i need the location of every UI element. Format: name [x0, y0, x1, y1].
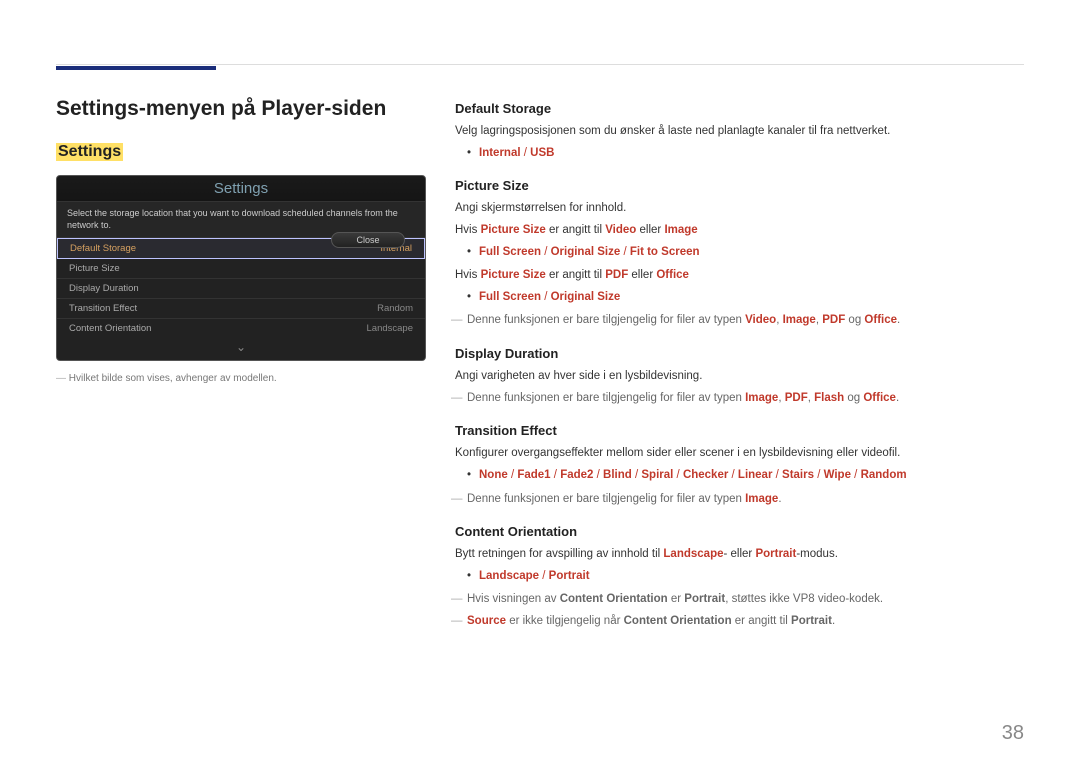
option-list: Full Screen / Original Size: [455, 289, 1024, 306]
option: Internal: [479, 147, 521, 159]
paragraph: Bytt retningen for avspilling av innhold…: [455, 546, 1024, 564]
row-label: Content Orientation: [69, 323, 151, 334]
option-list: Full Screen / Original Size / Fit to Scr…: [455, 244, 1024, 261]
section-content-orientation: Content Orientation Bytt retningen for a…: [455, 524, 1024, 631]
note: Denne funksjonen er bare tilgjengelig fo…: [455, 390, 1024, 408]
section-display-duration: Display Duration Angi varigheten av hver…: [455, 346, 1024, 408]
row-label: Display Duration: [69, 283, 139, 294]
left-column: Settings-menyen på Player-siden Settings…: [56, 97, 428, 384]
section-picture-size: Picture Size Angi skjermstørrelsen for i…: [455, 178, 1024, 330]
page-title: Settings-menyen på Player-siden: [56, 97, 428, 121]
screenshot-row-transition-effect: Transition Effect Random: [57, 299, 425, 319]
screenshot-row-content-orientation: Content Orientation Landscape: [57, 319, 425, 338]
right-column: Default Storage Velg lagringsposisjonen …: [455, 101, 1024, 647]
close-button: Close: [331, 232, 405, 248]
row-value: Landscape: [367, 323, 413, 334]
top-divider: [56, 64, 1024, 65]
option-list: Landscape / Portrait: [455, 568, 1024, 585]
screenshot-rows: Default Storage Internal Picture Size Di…: [57, 238, 425, 338]
screenshot-footnote: Hvilket bilde som vises, avhenger av mod…: [56, 373, 428, 384]
paragraph: Angi varigheten av hver side i en lysbil…: [455, 368, 1024, 386]
top-accent-bar: [56, 66, 216, 70]
settings-screenshot: Settings Select the storage location tha…: [56, 175, 426, 361]
chevron-down-icon: ⌄: [57, 338, 425, 360]
paragraph: Velg lagringsposisjonen som du ønsker å …: [455, 123, 1024, 141]
paragraph: Hvis Picture Size er angitt til PDF elle…: [455, 267, 1024, 285]
page-number: 38: [1002, 722, 1024, 745]
section-default-storage: Default Storage Velg lagringsposisjonen …: [455, 101, 1024, 162]
heading: Default Storage: [455, 101, 1024, 116]
option: USB: [530, 147, 554, 159]
heading: Transition Effect: [455, 423, 1024, 438]
row-label: Transition Effect: [69, 303, 137, 314]
heading: Picture Size: [455, 178, 1024, 193]
option-list: None / Fade1 / Fade2 / Blind / Spiral / …: [455, 467, 1024, 484]
screenshot-header: Settings: [57, 176, 425, 202]
note: Denne funksjonen er bare tilgjengelig fo…: [455, 491, 1024, 509]
row-value: Random: [377, 303, 413, 314]
paragraph: Hvis Picture Size er angitt til Video el…: [455, 222, 1024, 240]
paragraph: Angi skjermstørrelsen for innhold.: [455, 200, 1024, 218]
section-highlight: Settings: [56, 143, 123, 161]
note: Hvis visningen av Content Orientation er…: [455, 591, 1024, 609]
section-transition-effect: Transition Effect Konfigurer overgangsef…: [455, 423, 1024, 508]
note: Source er ikke tilgjengelig når Content …: [455, 613, 1024, 631]
heading: Display Duration: [455, 346, 1024, 361]
screenshot-row-picture-size: Picture Size: [57, 259, 425, 279]
row-label: Picture Size: [69, 263, 120, 274]
option-list: Internal / USB: [455, 145, 1024, 162]
paragraph: Konfigurer overgangseffekter mellom side…: [455, 445, 1024, 463]
screenshot-row-display-duration: Display Duration: [57, 279, 425, 299]
note: Denne funksjonen er bare tilgjengelig fo…: [455, 312, 1024, 330]
row-label: Default Storage: [70, 243, 136, 254]
heading: Content Orientation: [455, 524, 1024, 539]
